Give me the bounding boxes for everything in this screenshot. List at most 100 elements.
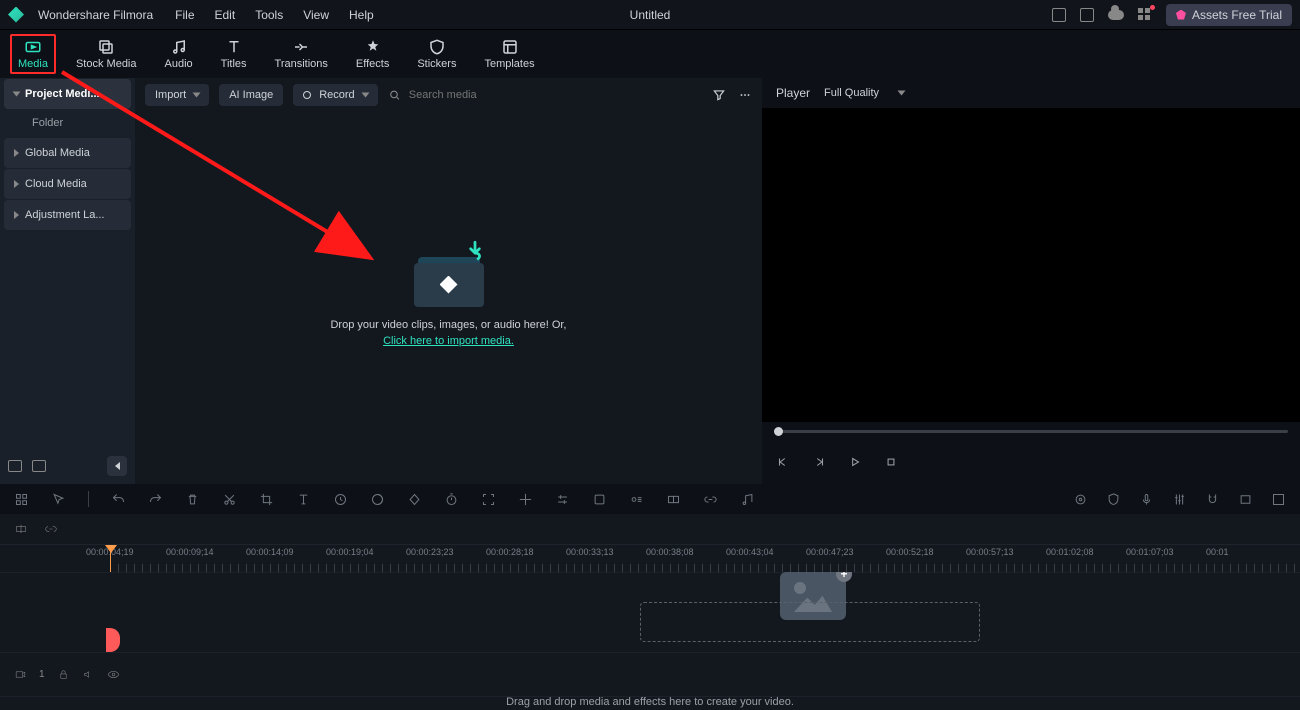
sidebar-folder[interactable]: Folder — [0, 109, 135, 137]
crop-icon[interactable] — [259, 492, 274, 507]
media-toolbar: Import AI Image Record — [135, 78, 762, 112]
tab-transitions[interactable]: Transitions — [275, 38, 328, 70]
chevron-down-icon — [898, 91, 906, 96]
timeline-ruler[interactable]: 00:00:04;1900:00:09;1400:00:14;0900:00:1… — [0, 544, 1300, 572]
adjust-icon[interactable] — [555, 492, 570, 507]
expand-icon[interactable] — [1271, 492, 1286, 507]
new-bin-icon[interactable] — [8, 460, 22, 472]
download-arrow-icon — [462, 239, 488, 268]
import-media-link[interactable]: Click here to import media. — [383, 335, 514, 347]
track-add-icon[interactable] — [14, 522, 28, 536]
timeline-toolbar-right — [1073, 492, 1286, 507]
menu-view[interactable]: View — [303, 8, 329, 22]
redo-icon[interactable] — [148, 492, 163, 507]
media-toolbar-right — [712, 88, 752, 102]
menu-file[interactable]: File — [175, 8, 194, 22]
search-input[interactable] — [409, 89, 702, 101]
search-icon — [388, 88, 401, 102]
workspace: Project Medi... Folder Global Media Clou… — [0, 78, 1300, 484]
speed-icon[interactable] — [333, 492, 348, 507]
video-track-row: 1 — [0, 652, 1300, 696]
media-dropzone[interactable]: Drop your video clips, images, or audio … — [135, 112, 762, 484]
app-logo-icon — [8, 7, 24, 23]
new-folder-icon[interactable] — [32, 460, 46, 472]
undo-icon[interactable] — [111, 492, 126, 507]
cloud-icon[interactable] — [1108, 10, 1124, 20]
filter-icon[interactable] — [712, 88, 726, 102]
audio-tool-icon[interactable] — [740, 492, 755, 507]
target-icon[interactable] — [1073, 492, 1088, 507]
text-icon[interactable] — [296, 492, 311, 507]
import-button[interactable]: Import — [145, 84, 209, 106]
timeline-drop-target[interactable] — [640, 602, 980, 642]
track-index: 1 — [39, 669, 45, 680]
screen-icon[interactable] — [1052, 8, 1066, 22]
motion-icon[interactable] — [629, 492, 644, 507]
enhance-icon[interactable] — [518, 492, 533, 507]
sidebar-global-media[interactable]: Global Media — [4, 138, 131, 168]
tab-stock-media[interactable]: Stock Media — [76, 38, 137, 70]
chevron-down-icon — [193, 93, 201, 98]
timeline: 00:00:04;1900:00:09;1400:00:14;0900:00:1… — [0, 514, 1300, 710]
play-icon[interactable] — [848, 455, 862, 469]
quality-select[interactable]: Full Quality — [824, 87, 904, 99]
preview-scrubber[interactable] — [762, 422, 1300, 440]
preview-video[interactable] — [762, 108, 1300, 422]
mic-icon[interactable] — [1139, 492, 1154, 507]
collapse-sidebar-button[interactable] — [107, 456, 127, 476]
preview-header: Player Full Quality — [762, 78, 1300, 108]
sidebar-adjustment-layer[interactable]: Adjustment La... — [4, 200, 131, 230]
chevron-right-icon — [14, 180, 19, 188]
assets-trial-button[interactable]: Assets Free Trial — [1166, 4, 1292, 26]
sidebar-footer — [0, 448, 135, 484]
chevron-down-icon — [13, 92, 21, 97]
tab-audio[interactable]: Audio — [165, 38, 193, 70]
timer-icon[interactable] — [444, 492, 459, 507]
app-name: Wondershare Filmora — [38, 8, 153, 22]
delete-icon[interactable] — [185, 492, 200, 507]
timeline-tracks[interactable]: 1 1 + Drag and drop media and effects he… — [0, 572, 1300, 710]
keyframe-icon[interactable] — [407, 492, 422, 507]
focus-icon[interactable] — [481, 492, 496, 507]
apps-grid-icon[interactable] — [1138, 8, 1152, 22]
tab-effects[interactable]: Effects — [356, 38, 389, 70]
sidebar-project-media[interactable]: Project Medi... — [4, 79, 131, 109]
shield-icon[interactable] — [1106, 492, 1121, 507]
tab-titles[interactable]: Titles — [221, 38, 247, 70]
link-icon[interactable] — [703, 492, 718, 507]
video-track-icon[interactable] — [14, 668, 27, 681]
prev-frame-icon[interactable] — [776, 455, 790, 469]
tab-stickers[interactable]: Stickers — [417, 38, 456, 70]
stop-icon[interactable] — [884, 455, 898, 469]
preview-panel: Player Full Quality — [762, 78, 1300, 484]
more-icon[interactable] — [738, 88, 752, 102]
mute-icon[interactable] — [82, 668, 95, 681]
tab-media[interactable]: Media — [10, 34, 56, 74]
player-label: Player — [776, 86, 810, 100]
timeline-track-header — [0, 514, 1300, 544]
sidebar-cloud-media[interactable]: Cloud Media — [4, 169, 131, 199]
record-button[interactable]: Record — [293, 84, 377, 106]
markers-icon[interactable] — [1238, 492, 1253, 507]
main-tab-bar: Media Stock Media Audio Titles Transitio… — [0, 30, 1300, 78]
tab-templates[interactable]: Templates — [484, 38, 534, 70]
ai-image-button[interactable]: AI Image — [219, 84, 283, 106]
group-icon[interactable] — [666, 492, 681, 507]
mixer-icon[interactable] — [1172, 492, 1187, 507]
cut-icon[interactable] — [222, 492, 237, 507]
menu-edit[interactable]: Edit — [215, 8, 236, 22]
next-frame-icon[interactable] — [812, 455, 826, 469]
lock-icon[interactable] — [57, 668, 70, 681]
visibility-icon[interactable] — [107, 668, 120, 681]
diamond-icon — [1176, 10, 1186, 20]
cursor-icon[interactable] — [51, 492, 66, 507]
menu-tools[interactable]: Tools — [255, 8, 283, 22]
grid-icon[interactable] — [14, 492, 29, 507]
color-icon[interactable] — [370, 492, 385, 507]
mask-icon[interactable] — [592, 492, 607, 507]
export-icon[interactable] — [1080, 8, 1094, 22]
menu-help[interactable]: Help — [349, 8, 374, 22]
track-link-icon[interactable] — [44, 522, 58, 536]
playhead[interactable] — [110, 545, 111, 572]
magnet-snap-icon[interactable] — [1205, 492, 1220, 507]
